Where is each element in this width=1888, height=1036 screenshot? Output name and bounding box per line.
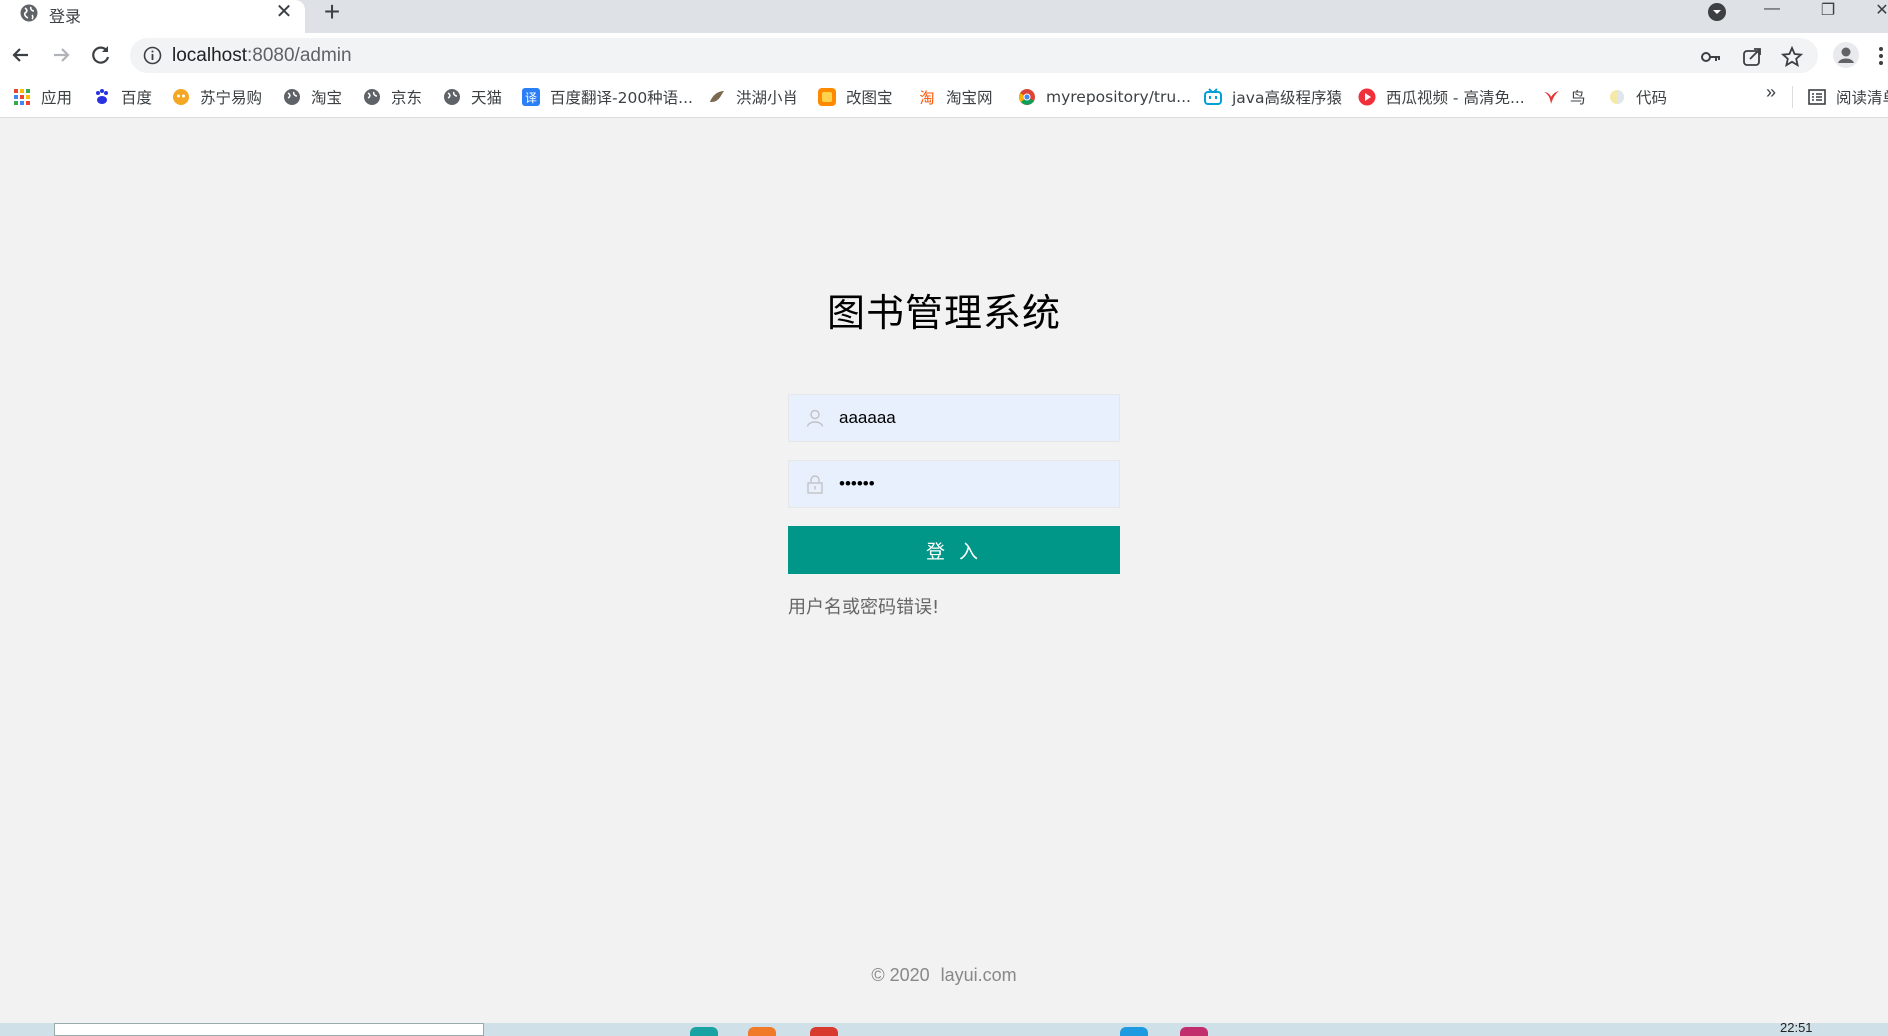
share-icon[interactable] [1741,46,1763,68]
bookmark-label: 洪湖小肖 [736,89,799,107]
bookmark-item[interactable]: myrepository/tru... [1018,84,1191,110]
tab-close-icon[interactable]: ✕ [274,2,294,22]
bookmark-label: 京东 [391,89,423,107]
page-content: 图书管理系统 登 入 用户名或密码错误! © 2020 layui.com [0,119,1888,1023]
taskbar-app-icon[interactable] [1120,1027,1148,1036]
apps-grid-icon [14,89,30,105]
bookmark-item[interactable]: 代码 [1608,84,1667,110]
username-field[interactable] [788,394,1120,442]
bookmark-label: 应用 [41,89,73,107]
svg-text:淘: 淘 [919,89,934,106]
bookmark-label: 苏宁易购 [200,89,263,107]
bookmark-item[interactable]: 淘宝 [283,84,342,110]
code-icon [1610,90,1624,104]
browser-toolbar: localhost:8080/admin [0,33,1888,78]
bookmark-item[interactable]: 鸟 [1542,84,1586,110]
page-title: 图书管理系统 [826,291,1061,335]
taskbar-search-box[interactable] [54,1023,484,1036]
bookmark-label: 百度 [121,89,153,107]
taskbar-app-icon[interactable] [690,1027,718,1036]
os-taskbar: 22:51 [0,1023,1888,1036]
bookmark-item[interactable]: 天猫 [443,84,502,110]
baidu-translate-icon: 译 [522,88,540,106]
bookmark-item[interactable]: 应用 [13,84,72,110]
new-tab-button[interactable]: + [318,0,346,26]
info-icon[interactable] [143,46,162,65]
address-bar[interactable]: localhost:8080/admin [130,38,1818,73]
bookmark-label: 西瓜视频 - 高清免... [1386,89,1525,107]
taskbar-clock: 22:51 [1780,1023,1813,1035]
taskbar-app-icon[interactable] [1180,1027,1208,1036]
login-button[interactable]: 登 入 [788,526,1120,574]
user-icon [806,409,824,427]
bookmark-item[interactable]: 淘 淘宝网 [918,84,993,110]
page-footer: © 2020 layui.com [0,965,1888,986]
globe-icon [364,89,380,105]
kebab-menu-icon[interactable] [1878,43,1888,69]
chrome-icon [1019,89,1035,105]
bookmark-label: 百度翻译-200种语... [550,89,693,107]
bookmark-item[interactable]: 苏宁易购 [172,84,262,110]
password-input[interactable] [837,461,1117,507]
bookmark-label: 改图宝 [846,89,893,107]
bookmark-star-icon[interactable] [1781,46,1803,68]
bird-icon [710,91,724,102]
bookmark-label: 代码 [1636,89,1668,107]
globe-icon [444,89,460,105]
reading-list-button[interactable]: 阅读清单 [1808,84,1888,110]
bookmark-label: 淘宝 [311,89,343,107]
globe-icon [284,89,300,105]
globe-icon [20,4,38,22]
forward-arrow-icon[interactable] [48,42,74,68]
footer-site-link[interactable]: layui.com [941,965,1017,985]
reload-icon[interactable] [88,42,114,68]
url-text[interactable]: localhost:8080/admin [172,45,352,67]
bookmark-item[interactable]: 改图宝 [818,84,893,110]
bookmark-label: 鸟 [1570,89,1586,107]
bookmark-label: myrepository/tru... [1046,88,1191,106]
bookmark-label: 天猫 [471,89,503,107]
browser-tab[interactable]: 登录 ✕ [0,0,305,33]
gaitubao-icon [818,88,836,106]
bookmark-label: java高级程序猿 [1232,89,1342,107]
bird-red-icon [1544,91,1559,104]
xigua-icon [1358,88,1376,106]
bookmark-label: 淘宝网 [946,89,993,107]
bookmark-item[interactable]: 西瓜视频 - 高清免... [1358,84,1525,110]
taobao-icon: 淘 [919,89,934,106]
window-minimize-button[interactable]: — [1752,0,1792,24]
tab-search-icon[interactable] [1706,1,1728,23]
url-path: :8080/admin [247,45,352,66]
bookmark-item[interactable]: 京东 [363,84,422,110]
footer-copyright: © 2020 [871,965,930,985]
reading-list-label: 阅读清单 [1836,89,1888,107]
bookmark-item[interactable]: 译 百度翻译-200种语... [522,84,693,110]
tab-title: 登录 [49,7,82,26]
profile-avatar-icon[interactable] [1832,41,1860,69]
bilibili-icon [1204,88,1222,105]
key-icon[interactable] [1700,46,1722,68]
url-host: localhost [172,45,247,66]
bookmark-item[interactable]: java高级程序猿 [1204,84,1342,110]
more-bookmarks-chevron-icon[interactable]: » [1766,82,1776,103]
bookmarks-divider [1792,86,1793,108]
login-error-message: 用户名或密码错误! [788,597,940,618]
username-input[interactable] [837,395,1117,441]
taskbar-app-icon[interactable] [748,1027,776,1036]
password-field[interactable] [788,460,1120,508]
svg-text:译: 译 [525,91,537,105]
suning-icon [173,89,189,105]
back-arrow-icon[interactable] [8,42,34,68]
taskbar-app-icon[interactable] [810,1027,838,1036]
baidu-paw-icon [96,89,108,104]
bookmark-item[interactable]: 洪湖小肖 [708,84,798,110]
bookmarks-bar: 应用 百度 苏宁易购 淘宝 京东 天猫 译 百度翻译-200种语... 洪湖小肖 [0,78,1888,118]
window-close-button[interactable]: ✕ [1862,0,1888,24]
window-maximize-button[interactable]: ❐ [1808,0,1848,24]
lock-icon [807,475,823,494]
bookmark-item[interactable]: 百度 [93,84,152,110]
tab-strip: 登录 ✕ + — ❐ ✕ [0,0,1888,33]
reading-list-icon [1808,89,1826,105]
